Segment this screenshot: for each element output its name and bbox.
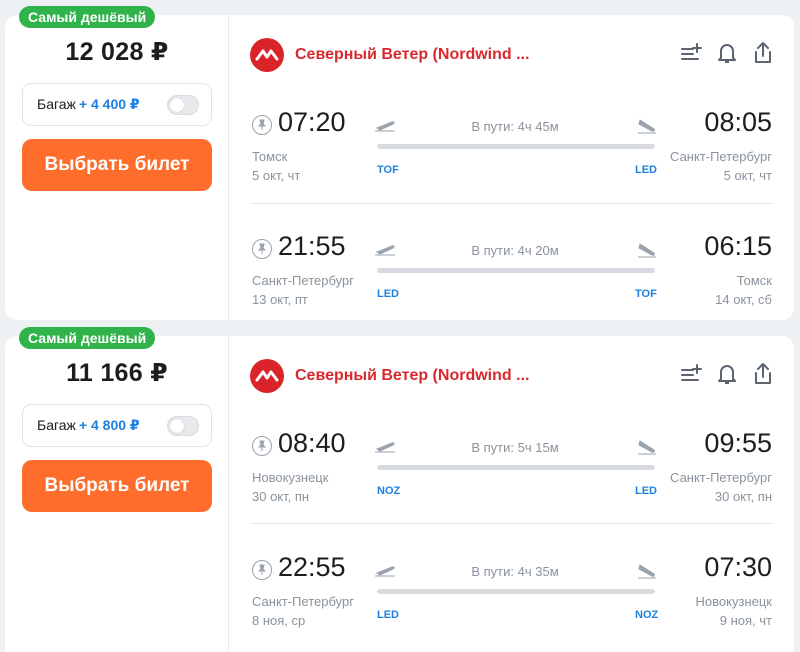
departure-airport-code: TOF bbox=[377, 164, 399, 176]
flight-duration: В пути: 4ч 20м bbox=[471, 243, 559, 258]
flight-duration: В пути: 4ч 35м bbox=[471, 564, 559, 579]
landing-icon bbox=[638, 243, 656, 258]
arrival-date: 30 окт, пн bbox=[714, 489, 772, 504]
route-line bbox=[377, 144, 655, 149]
departure-airport-code: NOZ bbox=[377, 485, 401, 497]
share-icon[interactable] bbox=[752, 41, 774, 65]
bell-icon[interactable] bbox=[716, 362, 738, 386]
offer-price-panel: 11 166 ₽ Багаж + 4 800 ₽ Выбрать билет bbox=[5, 336, 229, 652]
airline-name[interactable]: Северный Ветер (Nordwind ... bbox=[295, 46, 529, 64]
route-line bbox=[377, 589, 655, 594]
segment-divider bbox=[250, 203, 772, 204]
arrival-time: 09:55 bbox=[704, 428, 772, 458]
ticket-price: 12 028 ₽ bbox=[65, 38, 169, 66]
route-line bbox=[377, 268, 655, 273]
arrival-date: 14 окт, сб bbox=[715, 292, 772, 307]
select-ticket-button[interactable]: Выбрать билет bbox=[22, 460, 212, 512]
departure-time: 21:55 bbox=[278, 231, 346, 261]
flight-segment[interactable]: 21:55 В пути: 4ч 20м 06:15 Санкт-Петербу… bbox=[250, 227, 772, 317]
offer-card: Самый дешёвый 12 028 ₽ Багаж + 4 400 ₽ Вы… bbox=[5, 6, 794, 320]
arrival-airport-code: LED bbox=[635, 164, 657, 176]
add-to-list-icon[interactable] bbox=[680, 362, 702, 386]
baggage-price: + 4 800 ₽ bbox=[78, 417, 140, 433]
offer-actions bbox=[680, 41, 774, 65]
arrival-city: Санкт-Петербург bbox=[670, 149, 772, 164]
departure-airport-code: LED bbox=[377, 288, 399, 300]
arrival-time: 06:15 bbox=[704, 231, 772, 261]
departure-date: 5 окт, чт bbox=[252, 168, 301, 183]
takeoff-icon bbox=[375, 566, 395, 577]
airline-name[interactable]: Северный Ветер (Nordwind ... bbox=[295, 367, 529, 385]
offer-actions bbox=[680, 362, 774, 386]
landing-icon bbox=[638, 440, 656, 455]
segment-divider bbox=[250, 523, 772, 524]
takeoff-icon bbox=[375, 245, 395, 256]
arrival-city: Санкт-Петербург bbox=[670, 470, 772, 485]
arrival-city: Новокузнецк bbox=[695, 594, 772, 609]
arrival-airport-code: TOF bbox=[635, 288, 657, 300]
landing-icon bbox=[638, 119, 656, 134]
bell-icon[interactable] bbox=[716, 41, 738, 65]
pin-icon[interactable] bbox=[252, 115, 272, 135]
departure-time: 07:20 bbox=[278, 107, 346, 137]
airline-logo-icon bbox=[250, 38, 284, 72]
flight-segment[interactable]: 08:40 В пути: 5ч 15м 09:55 Новокузнецк 3… bbox=[250, 424, 772, 514]
flight-duration: В пути: 5ч 15м bbox=[471, 440, 559, 455]
departure-city: Санкт-Петербург bbox=[252, 273, 354, 288]
arrival-date: 9 ноя, чт bbox=[719, 613, 772, 628]
arrival-city: Томск bbox=[736, 273, 772, 288]
departure-city: Новокузнецк bbox=[252, 470, 329, 485]
offer-price-panel: 12 028 ₽ Багаж + 4 400 ₽ Выбрать билет bbox=[5, 15, 229, 320]
arrival-airport-code: LED bbox=[635, 485, 657, 497]
baggage-price: + 4 400 ₽ bbox=[78, 96, 140, 112]
share-icon[interactable] bbox=[752, 362, 774, 386]
takeoff-icon bbox=[375, 442, 395, 453]
takeoff-icon bbox=[375, 121, 395, 132]
flight-segment[interactable]: 07:20 В пути: 4ч 45м 08:05 Томск 5 окт, … bbox=[250, 103, 772, 193]
departure-city: Томск bbox=[252, 149, 288, 164]
departure-date: 30 окт, пн bbox=[252, 489, 310, 504]
offer-card: Самый дешёвый 11 166 ₽ Багаж + 4 800 ₽ Вы… bbox=[5, 327, 794, 652]
departure-time: 08:40 bbox=[278, 428, 346, 458]
pin-icon[interactable] bbox=[252, 560, 272, 580]
pin-icon[interactable] bbox=[252, 239, 272, 259]
arrival-time: 07:30 bbox=[704, 552, 772, 582]
departure-city: Санкт-Петербург bbox=[252, 594, 354, 609]
baggage-option[interactable]: Багаж + 4 800 ₽ bbox=[22, 404, 212, 447]
route-line bbox=[377, 465, 655, 470]
arrival-airport-code: NOZ bbox=[635, 609, 659, 621]
baggage-label: Багаж + 4 800 ₽ bbox=[37, 417, 140, 433]
departure-date: 13 окт, пт bbox=[252, 292, 308, 307]
flight-duration: В пути: 4ч 45м bbox=[471, 119, 559, 134]
add-to-list-icon[interactable] bbox=[680, 41, 702, 65]
arrival-time: 08:05 bbox=[704, 107, 772, 137]
baggage-toggle[interactable] bbox=[167, 416, 199, 436]
baggage-toggle[interactable] bbox=[167, 95, 199, 115]
ticket-price: 11 166 ₽ bbox=[66, 359, 168, 387]
landing-icon bbox=[638, 564, 656, 579]
arrival-date: 5 окт, чт bbox=[723, 168, 772, 183]
baggage-option[interactable]: Багаж + 4 400 ₽ bbox=[22, 83, 212, 126]
baggage-label: Багаж + 4 400 ₽ bbox=[37, 96, 140, 112]
flight-segment[interactable]: 22:55 В пути: 4ч 35м 07:30 Санкт-Петербу… bbox=[250, 548, 772, 638]
pin-icon[interactable] bbox=[252, 436, 272, 456]
departure-time: 22:55 bbox=[278, 552, 346, 582]
select-ticket-button[interactable]: Выбрать билет bbox=[22, 139, 212, 191]
departure-airport-code: LED bbox=[377, 609, 399, 621]
departure-date: 8 ноя, ср bbox=[252, 613, 306, 628]
airline-logo-icon bbox=[250, 359, 284, 393]
